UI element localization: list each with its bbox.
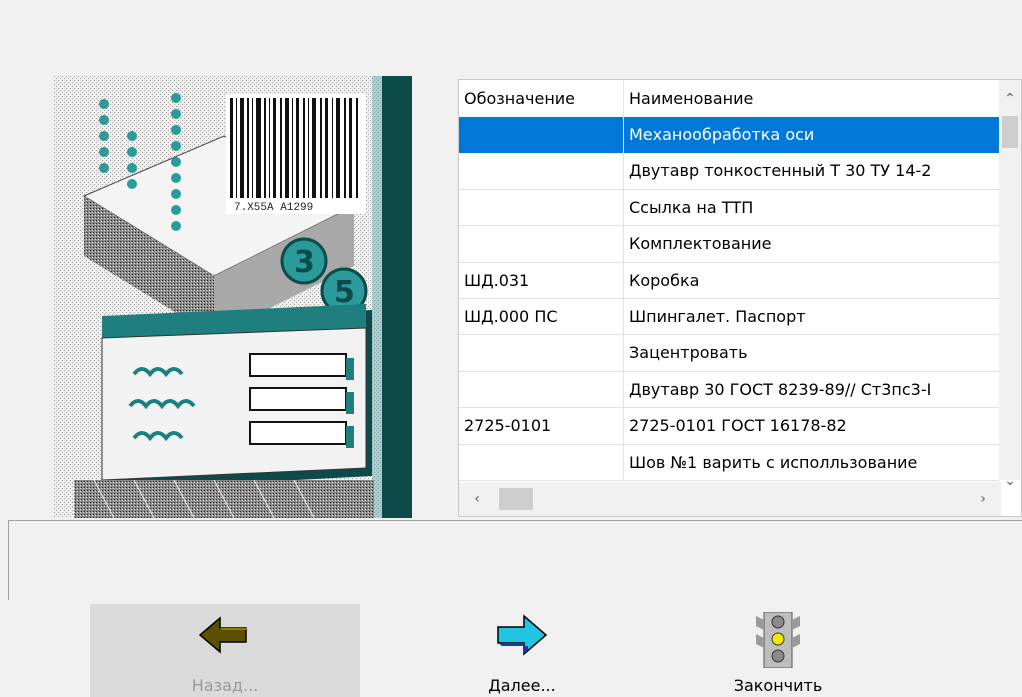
side-strip <box>382 76 412 518</box>
cell-designation[interactable] <box>459 371 624 408</box>
grid-body: Механообработка оси Двутавр тонкостенный … <box>459 117 999 481</box>
cell-designation[interactable]: ШД.031 <box>459 262 624 299</box>
scroll-right-icon[interactable]: › <box>971 482 995 516</box>
table-row[interactable]: Механообработка оси <box>459 117 999 154</box>
cell-designation[interactable]: ШД.000 ПС <box>459 299 624 335</box>
table-row[interactable]: Шов №1 варить с исполльзование <box>459 444 999 481</box>
traffic-light-icon <box>660 611 896 669</box>
cell-name[interactable]: Шов №1 варить с исполльзование <box>624 445 999 481</box>
next-button-label: Далее... <box>488 676 556 695</box>
form-card <box>101 304 372 490</box>
table-row[interactable]: Комплектование <box>459 226 999 263</box>
operations-grid[interactable]: Обозначение Наименование Механообработка… <box>458 79 1022 517</box>
vertical-scrollbar[interactable]: ⌃ ⌄ <box>999 80 1021 489</box>
cell-designation[interactable]: 2725-0101 <box>459 408 624 445</box>
back-button[interactable]: Назад... <box>90 604 360 697</box>
table-row[interactable]: Двутавр тонкостенный Т 30 ТУ 14-2 <box>459 153 999 190</box>
scroll-down-icon[interactable]: ⌄ <box>999 470 1021 492</box>
cell-name[interactable]: Зацентровать <box>624 335 999 371</box>
table-row[interactable]: Ссылка на ТТП <box>459 189 999 227</box>
barcode: 7.X55A A1299 <box>226 94 366 214</box>
cell-designation[interactable] <box>459 335 624 372</box>
cell-designation[interactable] <box>459 117 624 153</box>
table-row[interactable]: 2725-0101 2725-0101 ГОСТ 16178-82 <box>459 408 999 445</box>
cell-designation[interactable] <box>459 226 624 263</box>
table-row[interactable]: ШД.000 ПС Шпингалет. Паспорт <box>459 299 999 336</box>
back-button-label: Назад... <box>191 676 259 695</box>
finish-button-label: Закончить <box>733 676 823 695</box>
table-row[interactable]: Двутавр 30 ГОСТ 8239-89// Ст3пс3-I <box>459 371 999 409</box>
badge-digit-1: 3 <box>294 245 315 280</box>
arrow-left-graphic <box>198 616 248 654</box>
arrow-right-icon <box>404 612 640 658</box>
column-header-designation[interactable]: Обозначение <box>459 80 624 116</box>
status-panel <box>8 520 1022 600</box>
keyboard <box>74 479 374 518</box>
next-button[interactable]: Далее... <box>404 604 640 697</box>
cell-name[interactable]: Ссылка на ТТП <box>624 190 999 226</box>
vertical-scroll-thumb[interactable] <box>1002 116 1018 148</box>
scroll-left-icon[interactable]: ‹ <box>465 482 489 516</box>
cell-name[interactable]: Двутавр 30 ГОСТ 8239-89// Ст3пс3-I <box>624 372 999 408</box>
barcode-text: 7.X55A A1299 <box>234 202 313 214</box>
cell-designation[interactable] <box>459 444 624 481</box>
cell-designation[interactable] <box>459 189 624 226</box>
arrow-left-icon <box>90 612 360 658</box>
arrow-right-graphic <box>497 614 548 656</box>
cell-name[interactable]: Механообработка оси <box>624 117 999 153</box>
finish-button[interactable]: Закончить <box>660 604 896 697</box>
cell-name[interactable]: Комплектование <box>624 226 999 262</box>
grid-header: Обозначение Наименование <box>459 80 999 118</box>
table-row[interactable]: Зацентровать <box>459 335 999 372</box>
cell-name[interactable]: Двутавр тонкостенный Т 30 ТУ 14-2 <box>624 153 999 189</box>
horizontal-scroll-thumb[interactable] <box>499 488 533 510</box>
cell-designation[interactable] <box>459 153 624 190</box>
cell-name[interactable]: Шпингалет. Паспорт <box>624 299 999 335</box>
horizontal-scrollbar[interactable]: ‹ › <box>459 482 1001 516</box>
wizard-illustration: 7.X55A A1299 3 5 <box>54 76 412 518</box>
table-row[interactable]: ШД.031 Коробка <box>459 262 999 299</box>
cell-name[interactable]: 2725-0101 ГОСТ 16178-82 <box>624 408 999 444</box>
traffic-light-graphic <box>756 611 800 669</box>
wizard-illustration-art: 7.X55A A1299 3 5 <box>54 76 412 518</box>
column-header-name[interactable]: Наименование <box>624 80 1004 116</box>
scroll-up-icon[interactable]: ⌃ <box>999 88 1021 110</box>
cell-name[interactable]: Коробка <box>624 263 999 299</box>
